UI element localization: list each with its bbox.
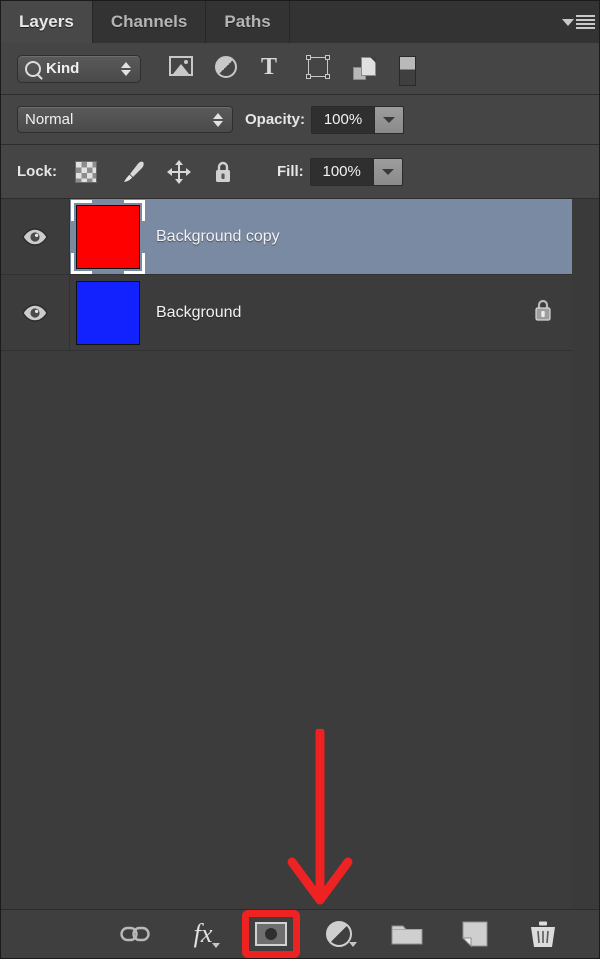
opacity-label: Opacity: [245, 111, 306, 128]
stepper-arrows-icon [213, 112, 223, 127]
stepper-arrows-icon [121, 61, 131, 76]
layers-panel: Layers Channels Paths Kind T Normal Opac… [0, 0, 600, 959]
fill-field[interactable]: 100% [309, 157, 403, 186]
eye-icon [22, 227, 48, 246]
tab-bar-filler [289, 1, 555, 43]
layer-name[interactable]: Background [146, 304, 514, 322]
chevron-down-icon [349, 942, 357, 947]
layers-bottom-toolbar: fx [1, 909, 599, 958]
type-layer-filter-icon[interactable]: T [261, 55, 287, 82]
layer-visibility-toggle[interactable] [1, 199, 70, 274]
lock-all-icon[interactable] [213, 160, 233, 184]
opacity-value: 100% [312, 106, 375, 133]
layer-thumbnail-cell[interactable] [70, 199, 146, 274]
opacity-field[interactable]: 100% [311, 105, 405, 134]
filter-kind-dropdown[interactable]: Kind [17, 54, 141, 83]
fill-label: Fill: [277, 163, 304, 180]
lock-label: Lock: [17, 163, 58, 180]
blend-mode-bar: Normal Opacity: 100% [1, 95, 599, 145]
adjustment-layer-filter-icon[interactable] [215, 55, 241, 82]
blend-mode-dropdown[interactable]: Normal [17, 106, 233, 133]
table-row[interactable]: Background [1, 275, 572, 351]
tab-channels-label: Channels [110, 12, 188, 31]
lock-bar: Lock: Fill: 100% [1, 145, 599, 199]
layer-visibility-toggle[interactable] [1, 275, 70, 350]
fill-dropdown-arrow[interactable] [372, 158, 402, 185]
lock-position-icon[interactable] [167, 159, 192, 184]
table-row[interactable]: Background copy [1, 199, 572, 275]
filter-toggle-switch-icon[interactable] [399, 55, 425, 86]
fill-value: 100% [310, 158, 373, 185]
blend-mode-value: Normal [25, 111, 74, 128]
fx-icon: fx [194, 921, 221, 948]
layer-lock-indicator [514, 297, 572, 328]
layer-list: Background copy Background [1, 199, 573, 909]
filter-type-icons: T [169, 54, 425, 86]
new-layer-icon [461, 920, 489, 948]
panel-menu-button[interactable] [555, 1, 599, 43]
filter-kind-label: Kind [46, 60, 80, 77]
shape-layer-filter-icon[interactable] [306, 54, 333, 82]
link-icon [120, 925, 150, 943]
lock-icon [532, 297, 554, 328]
lock-image-pixels-icon[interactable] [119, 160, 145, 184]
new-group-button[interactable] [387, 917, 427, 951]
layer-list-scroll-gutter[interactable] [572, 199, 599, 909]
hamburger-icon [575, 15, 595, 29]
layer-thumbnail [76, 280, 140, 345]
pixel-layer-filter-icon[interactable] [169, 55, 195, 82]
layer-thumbnail-cell[interactable] [70, 280, 146, 345]
layer-name[interactable]: Background copy [146, 228, 514, 246]
chevron-down-icon [561, 18, 574, 26]
eye-icon [22, 303, 48, 322]
lock-transparent-pixels-icon[interactable] [75, 160, 98, 183]
tab-layers[interactable]: Layers [1, 1, 93, 43]
folder-icon [391, 922, 423, 946]
smart-object-filter-icon[interactable] [353, 56, 379, 82]
tab-paths-label: Paths [224, 12, 271, 31]
add-layer-mask-button[interactable] [242, 910, 300, 958]
mask-icon [255, 922, 287, 946]
layer-style-button[interactable]: fx [183, 917, 223, 951]
tab-channels[interactable]: Channels [92, 1, 207, 43]
layer-thumbnail [76, 204, 140, 269]
new-layer-button[interactable] [455, 917, 495, 951]
tab-paths[interactable]: Paths [206, 1, 290, 43]
opacity-dropdown-arrow[interactable] [374, 106, 404, 133]
search-icon [25, 60, 41, 77]
tab-layers-label: Layers [19, 12, 74, 31]
link-layers-button[interactable] [115, 917, 155, 951]
trash-icon [530, 920, 556, 948]
delete-layer-button[interactable] [523, 917, 563, 951]
layer-filter-bar: Kind T [1, 43, 599, 95]
panel-tab-bar: Layers Channels Paths [1, 1, 599, 44]
lock-options [75, 159, 233, 184]
new-adjustment-layer-button[interactable] [319, 917, 359, 951]
